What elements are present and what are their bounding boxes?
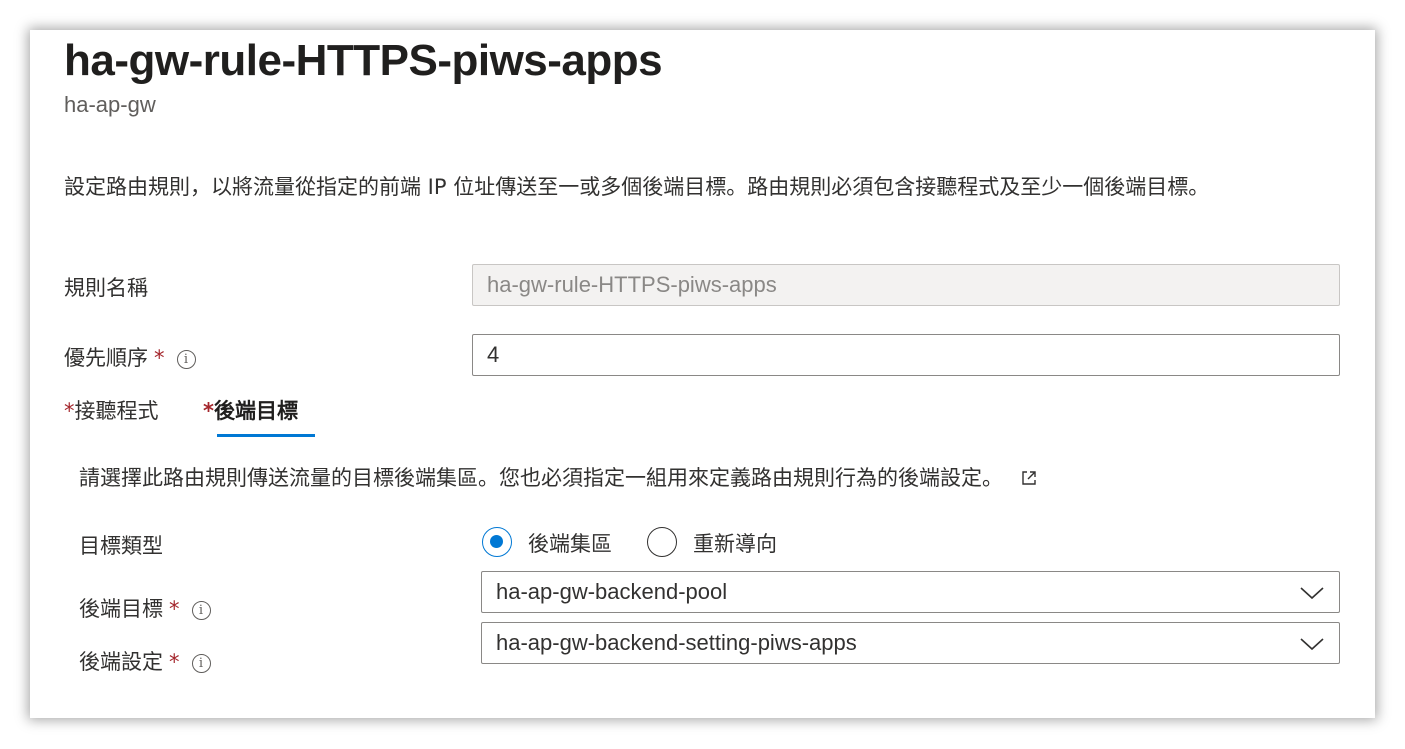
backend-setting-label-text: 後端設定 (79, 650, 163, 674)
page-subtitle: ha-ap-gw (64, 92, 156, 117)
rule-name-input[interactable]: ha-gw-rule-HTTPS-piws-apps (472, 264, 1340, 306)
radio-redirect-label[interactable]: 重新導向 (693, 528, 777, 558)
page-description: 設定路由規則，以將流量從指定的前端 IP 位址傳送至一或多個後端目標。路由規則必… (64, 175, 1210, 199)
rule-name-label: 規則名稱 (64, 272, 148, 302)
tab-required-marker: * (203, 399, 214, 423)
backend-setting-select[interactable]: ha-ap-gw-backend-setting-piws-apps (481, 622, 1340, 664)
tab-required-marker: * (64, 399, 75, 423)
priority-label-text: 優先順序 (64, 346, 148, 370)
backend-target-select[interactable]: ha-ap-gw-backend-pool (481, 571, 1340, 613)
backend-setting-value: ha-ap-gw-backend-setting-piws-apps (496, 630, 857, 655)
tab-backend-targets[interactable]: *後端目標 (203, 395, 298, 425)
radio-backend-pool[interactable] (482, 527, 512, 557)
tab-listener-label: 接聽程式 (74, 399, 159, 423)
rule-panel: ha-gw-rule-HTTPS-piws-apps ha-ap-gw 設定路由… (30, 30, 1375, 718)
backend-target-value: ha-ap-gw-backend-pool (496, 579, 728, 604)
info-icon[interactable]: i (191, 654, 211, 673)
chevron-down-icon (1300, 587, 1324, 600)
external-link-icon[interactable] (1020, 469, 1038, 487)
required-marker: * (169, 597, 180, 621)
chevron-down-icon (1300, 638, 1324, 651)
radio-backend-pool-label[interactable]: 後端集區 (528, 528, 612, 558)
backend-tab-description: 請選擇此路由規則傳送流量的目標後端集區。您也必須指定一組用來定義路由規則行為的後… (79, 462, 1038, 492)
info-icon[interactable]: i (176, 350, 196, 369)
tab-listener[interactable]: *接聽程式 (64, 395, 159, 425)
target-type-label: 目標類型 (79, 534, 163, 558)
priority-input[interactable]: 4 (472, 334, 1340, 376)
required-marker: * (154, 346, 165, 370)
rule-name-label-text: 規則名稱 (64, 276, 148, 300)
priority-label: 優先順序 * i (64, 342, 196, 372)
page-title: ha-gw-rule-HTTPS-piws-apps (64, 36, 663, 85)
backend-target-label: 後端目標 * i (79, 593, 211, 623)
backend-setting-label: 後端設定 * i (79, 646, 211, 676)
radio-redirect[interactable] (647, 527, 677, 557)
backend-target-label-text: 後端目標 (79, 597, 163, 621)
tab-backend-targets-label: 後端目標 (213, 399, 298, 423)
backend-tab-description-text: 請選擇此路由規則傳送流量的目標後端集區。您也必須指定一組用來定義路由規則行為的後… (79, 466, 1003, 490)
active-tab-indicator (217, 434, 315, 437)
info-icon[interactable]: i (191, 601, 211, 620)
required-marker: * (169, 650, 180, 674)
